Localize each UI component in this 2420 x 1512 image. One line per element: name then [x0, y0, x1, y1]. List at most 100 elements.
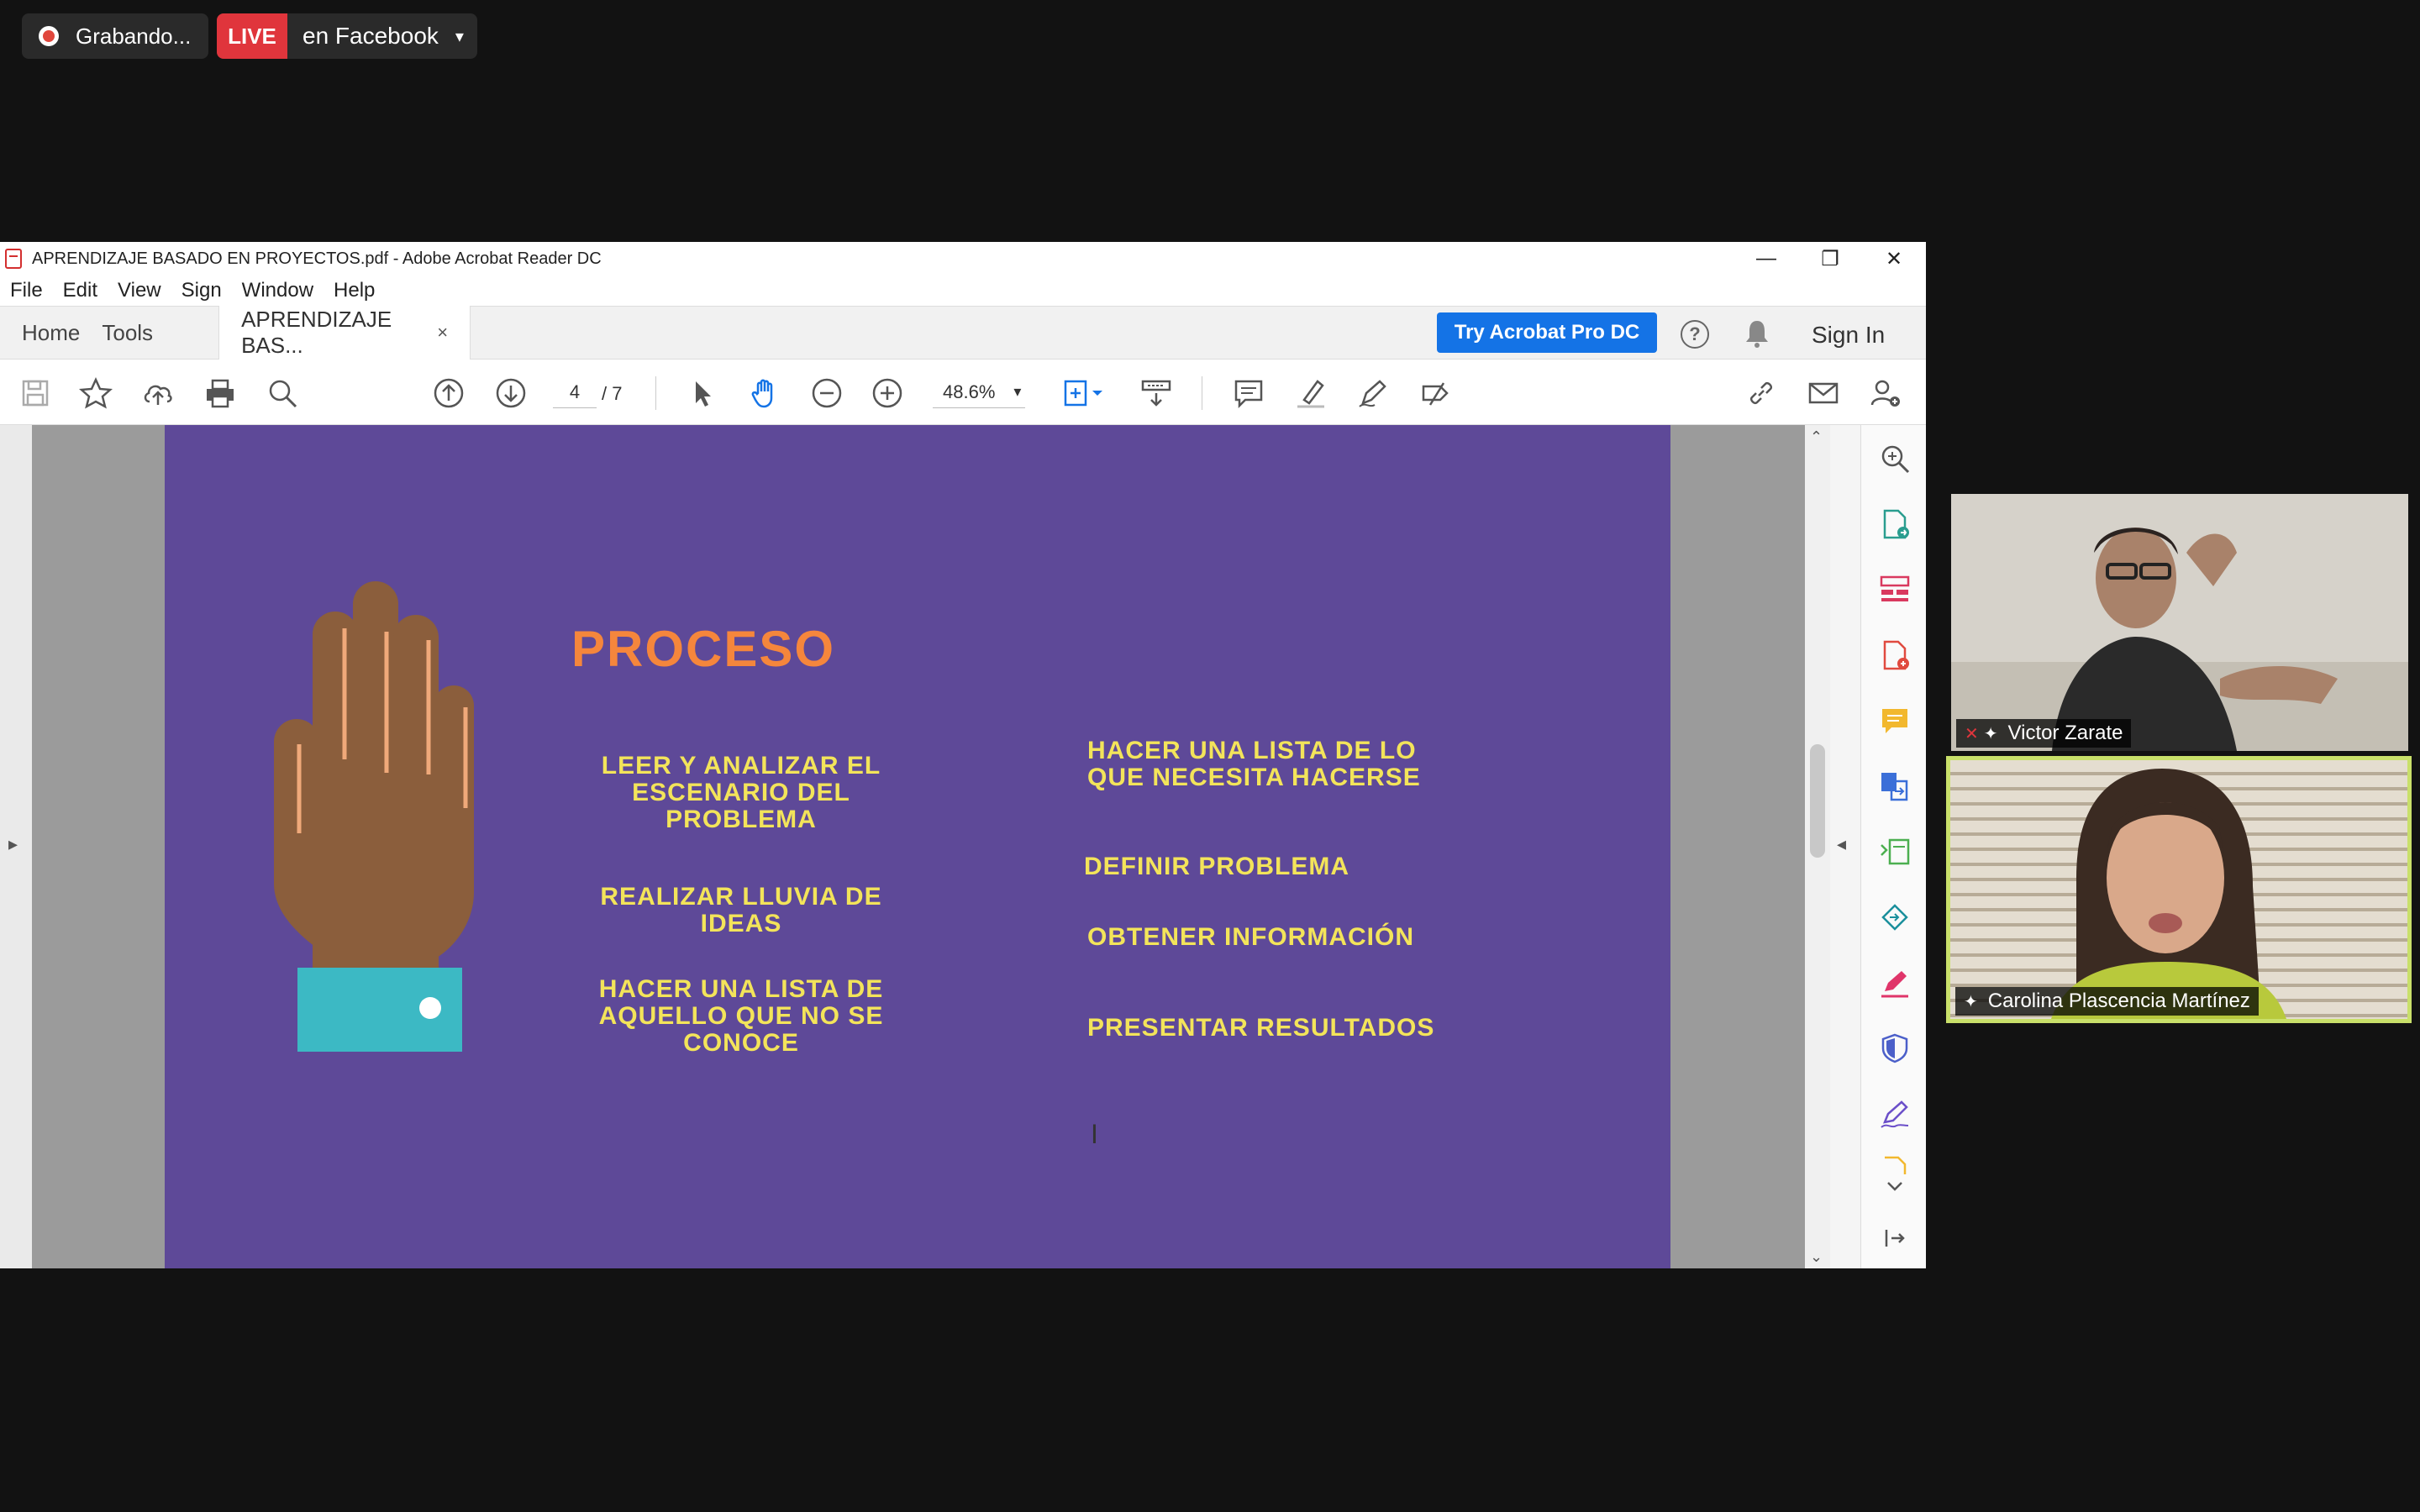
- search-icon[interactable]: [266, 376, 299, 410]
- highlight-icon[interactable]: [1294, 376, 1328, 410]
- title-bar: APRENDIZAJE BASADO EN PROYECTOS.pdf - Ad…: [0, 242, 1926, 276]
- star-icon[interactable]: [79, 376, 113, 410]
- menu-view[interactable]: View: [118, 279, 161, 302]
- bell-icon[interactable]: [1743, 318, 1771, 349]
- protect-shield-icon[interactable]: [1878, 1032, 1912, 1065]
- select-cursor-icon[interactable]: [686, 376, 719, 410]
- scroll-mode-icon[interactable]: [1139, 376, 1173, 410]
- menu-file[interactable]: File: [10, 279, 43, 302]
- zoom-out-icon[interactable]: [810, 376, 844, 410]
- zoom-level-dropdown[interactable]: 48.6% ▾: [933, 376, 1025, 408]
- zoom-in-icon[interactable]: [871, 376, 904, 410]
- menu-sign[interactable]: Sign: [182, 279, 222, 302]
- zoom-search-icon[interactable]: [1878, 442, 1912, 475]
- participant-name-tag: ✕ ✦ Victor Zarate: [1956, 719, 2132, 748]
- chevron-down-icon[interactable]: ▾: [455, 26, 464, 47]
- share-link-icon[interactable]: [1744, 376, 1778, 410]
- send-for-review-icon[interactable]: [1878, 900, 1912, 934]
- live-stream-indicator[interactable]: LIVE en Facebook ▾: [217, 13, 477, 59]
- close-tab-icon[interactable]: ×: [437, 322, 448, 344]
- edit-pen-icon[interactable]: [1878, 966, 1912, 1000]
- participant-video-victor[interactable]: ✕ ✦ Victor Zarate: [1951, 494, 2408, 751]
- window-controls: — ❐ ✕: [1734, 242, 1926, 276]
- toolbar-separator: [655, 376, 656, 410]
- step-define-problem: DEFINIR PROBLEMA: [1084, 853, 1349, 880]
- add-user-icon[interactable]: [1869, 376, 1902, 410]
- combine-files-icon[interactable]: [1878, 769, 1912, 803]
- expand-left-panel-icon[interactable]: ▸: [8, 833, 18, 855]
- right-panel-toggle[interactable]: ◂: [1830, 425, 1860, 1268]
- next-page-icon[interactable]: [494, 376, 528, 410]
- pin-icon: ✦: [1983, 724, 1998, 743]
- restore-button[interactable]: ❐: [1798, 242, 1862, 276]
- collapse-pane-icon[interactable]: [1878, 1221, 1912, 1255]
- print-icon[interactable]: [203, 376, 237, 410]
- pdf-file-icon: [5, 249, 22, 269]
- scroll-up-icon[interactable]: ⌃: [1810, 428, 1823, 446]
- menu-bar: File Edit View Sign Window Help: [0, 276, 1926, 306]
- record-icon: [39, 26, 59, 46]
- recording-label: Grabando...: [76, 23, 192, 49]
- page-total: / 7: [602, 383, 623, 404]
- step-list-todo: HACER UNA LISTA DE LO QUE NECESITA HACER…: [1087, 737, 1421, 791]
- page-number-input[interactable]: 4: [553, 376, 597, 408]
- hand-tool-icon[interactable]: [748, 376, 781, 410]
- fill-sign-icon[interactable]: [1418, 376, 1452, 410]
- step-brainstorm: REALIZAR LLUVIA DE IDEAS: [600, 883, 882, 937]
- export-pdf-icon[interactable]: [1878, 507, 1912, 541]
- menu-help[interactable]: Help: [334, 279, 375, 302]
- menu-edit[interactable]: Edit: [63, 279, 97, 302]
- more-tools-icon[interactable]: [1878, 1154, 1912, 1174]
- close-button[interactable]: ✕: [1862, 242, 1926, 276]
- page-fit-icon[interactable]: [1060, 376, 1106, 410]
- fill-sign-tool-icon[interactable]: [1878, 1097, 1912, 1131]
- scrollbar-thumb[interactable]: [1810, 744, 1825, 858]
- hand-illustration: [274, 581, 474, 1052]
- minimize-button[interactable]: —: [1734, 242, 1798, 276]
- chevron-down-icon[interactable]: [1878, 1176, 1912, 1196]
- tab-document[interactable]: APRENDIZAJE BAS... ×: [218, 306, 471, 360]
- email-icon[interactable]: [1807, 376, 1840, 410]
- step-present-results: PRESENTAR RESULTADOS: [1087, 1014, 1435, 1042]
- sign-pen-icon[interactable]: [1356, 376, 1390, 410]
- pin-icon: ✦: [1964, 992, 1978, 1011]
- page-canvas[interactable]: PROCESO LEER Y ANALIZAR EL ESCENARIO DEL…: [32, 425, 1805, 1268]
- comment-icon[interactable]: [1232, 376, 1265, 410]
- comment-tool-icon[interactable]: [1878, 704, 1912, 738]
- chevron-down-icon: ▾: [1013, 383, 1022, 400]
- live-badge: LIVE: [217, 13, 287, 59]
- tab-bar: Home Tools APRENDIZAJE BAS... × Try Acro…: [0, 306, 1926, 360]
- create-pdf-icon[interactable]: [1878, 638, 1912, 672]
- toolbar: 4 / 7 48.6% ▾: [0, 360, 1926, 425]
- step-get-information: OBTENER INFORMACIÓN: [1087, 923, 1414, 951]
- recording-indicator[interactable]: Grabando...: [22, 13, 208, 59]
- scroll-down-icon[interactable]: ⌄: [1810, 1248, 1823, 1266]
- tools-pane: [1860, 425, 1926, 1268]
- collapse-right-panel-icon[interactable]: ◂: [1837, 833, 1846, 855]
- acrobat-window: APRENDIZAJE BASADO EN PROYECTOS.pdf - Ad…: [0, 242, 1926, 1268]
- video-feed: [2051, 769, 2286, 1019]
- sign-in-link[interactable]: Sign In: [1812, 322, 1885, 349]
- help-icon[interactable]: ?: [1681, 320, 1709, 349]
- save-icon[interactable]: [18, 376, 52, 410]
- organize-pages-icon[interactable]: [1878, 573, 1912, 606]
- compress-pdf-icon[interactable]: [1878, 835, 1912, 869]
- tab-tools[interactable]: Tools: [102, 306, 175, 360]
- mic-muted-icon: ✕: [1965, 724, 1979, 743]
- try-acrobat-pro-button[interactable]: Try Acrobat Pro DC: [1437, 312, 1657, 353]
- tab-home[interactable]: Home: [0, 306, 102, 360]
- document-area: ▸ PROCESO LEER Y ANALIZAR EL ESCENARIO D…: [0, 425, 1926, 1268]
- participant-name-tag: ✦ Carolina Plascencia Martínez: [1955, 987, 2259, 1016]
- window-title: APRENDIZAJE BASADO EN PROYECTOS.pdf - Ad…: [32, 249, 602, 268]
- tab-document-label: APRENDIZAJE BAS...: [241, 307, 392, 358]
- menu-window[interactable]: Window: [242, 279, 313, 302]
- participant-name: Victor Zarate: [2007, 722, 2123, 744]
- vertical-scrollbar[interactable]: ⌃ ⌄: [1805, 425, 1830, 1268]
- participant-video-carolina[interactable]: ✦ Carolina Plascencia Martínez: [1946, 756, 2412, 1023]
- participant-name: Carolina Plascencia Martínez: [1987, 990, 2250, 1012]
- left-panel-collapsed[interactable]: ▸: [0, 425, 32, 1268]
- text-cursor: I: [1091, 1119, 1098, 1149]
- previous-page-icon[interactable]: [432, 376, 466, 410]
- step-list-unknown: HACER UNA LISTA DE AQUELLO QUE NO SE CON…: [598, 975, 884, 1057]
- cloud-upload-icon[interactable]: [141, 376, 175, 410]
